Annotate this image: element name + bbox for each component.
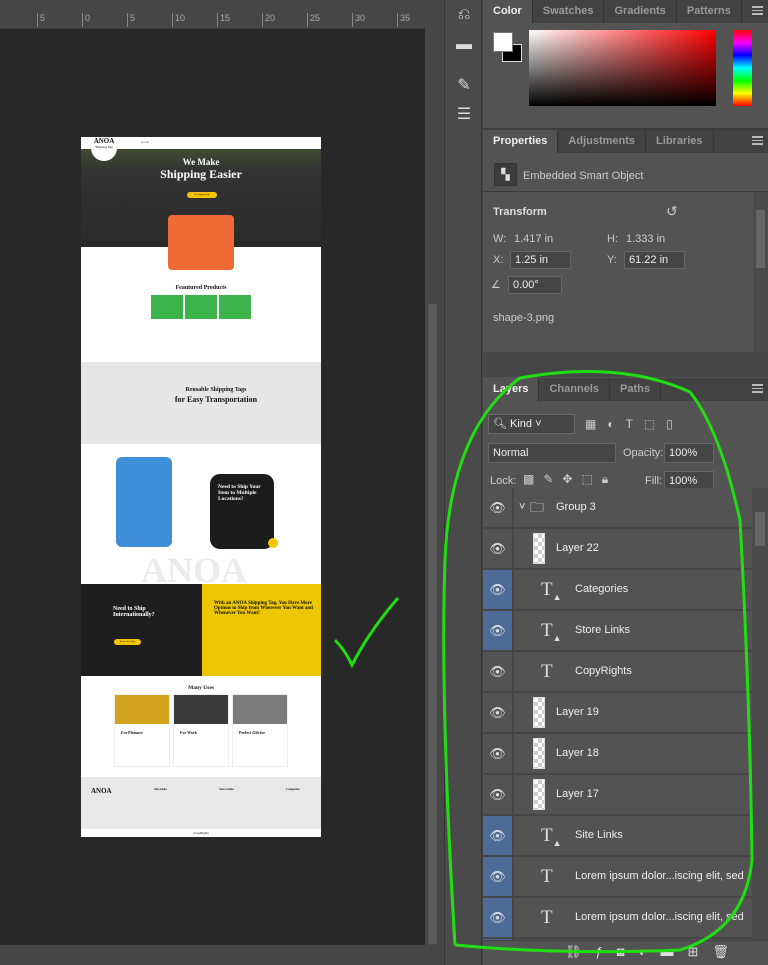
circle-annotation [442,370,754,954]
checkmark-annotation [333,597,400,669]
green-annotation [333,370,754,954]
